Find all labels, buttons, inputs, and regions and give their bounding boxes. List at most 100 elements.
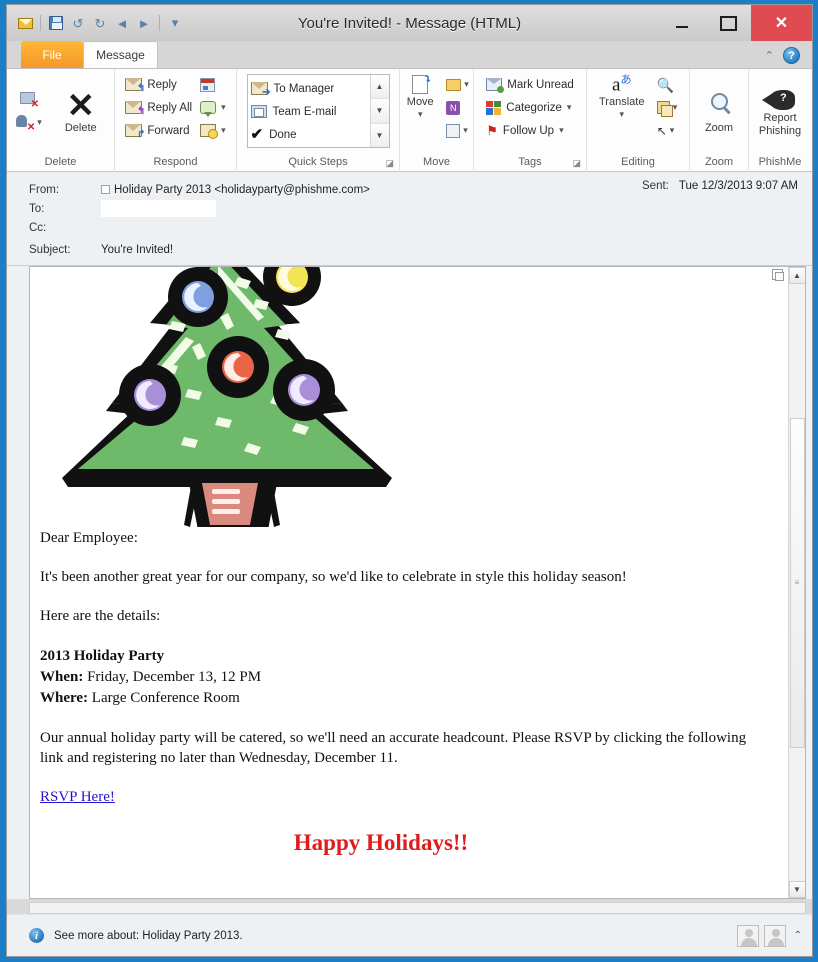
rsvp-link[interactable]: RSVP Here! bbox=[40, 789, 115, 805]
minimize-button[interactable] bbox=[659, 5, 705, 41]
tab-message[interactable]: Message bbox=[83, 41, 158, 68]
follow-up-button[interactable]: ⚑ Follow Up ▾ bbox=[483, 119, 576, 142]
move-button-label: Move bbox=[406, 96, 434, 108]
quick-steps-more-icon[interactable]: ▼ bbox=[370, 123, 389, 147]
onenote-icon: N bbox=[446, 100, 461, 115]
scroll-thumb[interactable]: ≡ bbox=[789, 417, 805, 748]
delete-button[interactable]: ✕ Delete bbox=[52, 89, 110, 135]
maximize-button[interactable] bbox=[705, 5, 751, 41]
quick-step-team-email[interactable]: Team E-mail bbox=[250, 100, 370, 123]
event-title: 2013 Holiday Party bbox=[40, 647, 165, 664]
redo-icon[interactable]: ↻ bbox=[90, 13, 110, 33]
copy-page-icon[interactable] bbox=[772, 269, 786, 283]
from-value[interactable]: Holiday Party 2013 <holidayparty@phishme… bbox=[114, 184, 370, 196]
mark-unread-button[interactable]: Mark Unread bbox=[483, 73, 576, 96]
move-button[interactable]: Move ▾ bbox=[401, 73, 439, 120]
related-button[interactable]: ▾ bbox=[654, 96, 681, 119]
qat-separator bbox=[40, 15, 41, 31]
salutation: Dear Employee: bbox=[40, 530, 138, 546]
to-label: To: bbox=[29, 202, 45, 215]
christmas-tree-svg bbox=[62, 267, 392, 527]
footer-text[interactable]: See more about: Holiday Party 2013. bbox=[54, 930, 243, 942]
reading-pane-vertical-scrollbar[interactable]: ▲ ≡ ▼ bbox=[788, 267, 805, 898]
actions-button[interactable]: ▾ bbox=[443, 119, 472, 142]
select-dropdown-icon[interactable]: ▾ bbox=[670, 125, 675, 136]
ribbon-group-move: Move ▾ ▾ N ▾ Move bbox=[400, 69, 474, 172]
message-footer: i See more about: Holiday Party 2013. ⌃ bbox=[7, 914, 812, 956]
quick-step-to-manager[interactable]: ➔ To Manager bbox=[250, 77, 370, 100]
tags-dialog-launcher-icon[interactable]: ◪ bbox=[572, 158, 581, 169]
quick-steps-dialog-launcher-icon[interactable]: ◪ bbox=[385, 158, 394, 169]
onenote-button[interactable]: N bbox=[443, 96, 472, 119]
previous-item-icon[interactable]: ◄ bbox=[112, 13, 132, 33]
actions-dropdown-icon[interactable]: ▾ bbox=[463, 125, 468, 136]
find-button[interactable]: 🔍 bbox=[654, 73, 681, 96]
translate-dropdown-icon[interactable]: ▾ bbox=[619, 109, 624, 120]
zoom-button-label: Zoom bbox=[704, 121, 734, 134]
im-button[interactable]: ▾ bbox=[197, 96, 229, 119]
undo-icon[interactable]: ↺ bbox=[68, 13, 88, 33]
horizontal-scrollbar[interactable] bbox=[29, 902, 806, 914]
closing-message: Happy Holidays!! bbox=[293, 829, 469, 855]
ribbon-tab-strip: File Message ⌃ ? bbox=[7, 41, 812, 69]
scroll-track-lower[interactable] bbox=[789, 748, 806, 882]
move-dropdown-icon[interactable]: ▾ bbox=[418, 109, 423, 120]
more-respond-button[interactable]: ▾ bbox=[197, 119, 229, 142]
forward-label: Forward bbox=[147, 124, 190, 137]
subject-label: Subject: bbox=[29, 243, 71, 256]
scroll-track-upper[interactable] bbox=[789, 284, 806, 418]
presence-indicator-icon bbox=[101, 185, 110, 194]
help-icon[interactable]: ? bbox=[783, 47, 800, 64]
quick-steps-scroll-down-icon[interactable]: ▼ bbox=[370, 99, 389, 124]
zoom-button[interactable]: Zoom bbox=[692, 91, 746, 135]
paragraph-2: Here are the details: bbox=[40, 607, 161, 624]
meeting-button[interactable] bbox=[197, 73, 229, 96]
mark-unread-icon bbox=[486, 78, 505, 93]
reply-all-button[interactable]: ↰ Reply All bbox=[122, 96, 195, 119]
forward-button[interactable]: ↱ Forward bbox=[122, 119, 195, 142]
junk-button[interactable]: ✕ ▾ bbox=[16, 111, 42, 134]
tab-file[interactable]: File bbox=[21, 41, 83, 68]
junk-dropdown-icon[interactable]: ▾ bbox=[37, 117, 42, 128]
translate-button[interactable]: aあ Translate ▾ bbox=[596, 73, 648, 120]
im-dropdown-icon[interactable]: ▾ bbox=[221, 102, 226, 113]
done-label: Done bbox=[269, 128, 297, 141]
outlook-icon[interactable] bbox=[15, 13, 35, 33]
customize-qat-icon[interactable]: ▾ bbox=[165, 13, 185, 33]
select-button[interactable]: ↖ ▾ bbox=[654, 119, 681, 142]
cursor-icon: ↖ bbox=[656, 123, 667, 138]
tab-strip-right-controls: ⌃ ? bbox=[765, 47, 812, 68]
avatar[interactable] bbox=[736, 924, 759, 947]
related-icon bbox=[656, 101, 673, 117]
ribbon-group-respond: ↰ Reply ↰ Reply All ↱ Forward ▾ ▾ Respon… bbox=[115, 69, 237, 172]
ribbon-group-label-delete: Delete bbox=[44, 156, 77, 168]
cc-label: Cc: bbox=[29, 221, 47, 234]
translate-icon: aあ bbox=[612, 74, 632, 96]
quick-steps-scroll-up-icon[interactable]: ▲ bbox=[370, 75, 389, 100]
ribbon-group-zoom: Zoom Zoom bbox=[690, 69, 749, 172]
categorize-button[interactable]: Categorize ▾ bbox=[483, 96, 576, 119]
avatar[interactable] bbox=[763, 924, 786, 947]
reply-button[interactable]: ↰ Reply bbox=[122, 73, 195, 96]
sent-block: Sent: Tue 12/3/2013 9:07 AM bbox=[642, 180, 798, 192]
report-phishing-button[interactable]: ? Report Phishing bbox=[751, 88, 809, 137]
categorize-icon bbox=[486, 100, 502, 115]
ribbon-group-tags: Mark Unread Categorize ▾ ⚑ Follow Up ▾ T… bbox=[474, 69, 587, 172]
expand-people-pane-icon[interactable]: ⌃ bbox=[794, 930, 802, 941]
rules-dropdown-icon[interactable]: ▾ bbox=[464, 79, 469, 90]
follow-up-dropdown-icon[interactable]: ▾ bbox=[559, 125, 564, 136]
to-value[interactable] bbox=[101, 200, 216, 217]
fish-icon: ? bbox=[762, 89, 797, 110]
minimize-ribbon-icon[interactable]: ⌃ bbox=[765, 49, 774, 62]
scroll-up-button[interactable]: ▲ bbox=[788, 267, 805, 284]
next-item-icon[interactable]: ► bbox=[134, 13, 154, 33]
quick-step-done[interactable]: ✔ Done bbox=[251, 123, 370, 146]
more-dropdown-icon[interactable]: ▾ bbox=[221, 125, 226, 136]
close-button[interactable]: ✕ bbox=[751, 5, 812, 41]
rules-button[interactable]: ▾ bbox=[443, 73, 472, 96]
ignore-icon[interactable]: ✕ bbox=[20, 91, 39, 110]
categorize-dropdown-icon[interactable]: ▾ bbox=[567, 102, 572, 113]
save-icon[interactable] bbox=[46, 13, 66, 33]
scroll-down-button[interactable]: ▼ bbox=[788, 881, 805, 898]
related-dropdown-icon[interactable]: ▾ bbox=[673, 102, 678, 113]
